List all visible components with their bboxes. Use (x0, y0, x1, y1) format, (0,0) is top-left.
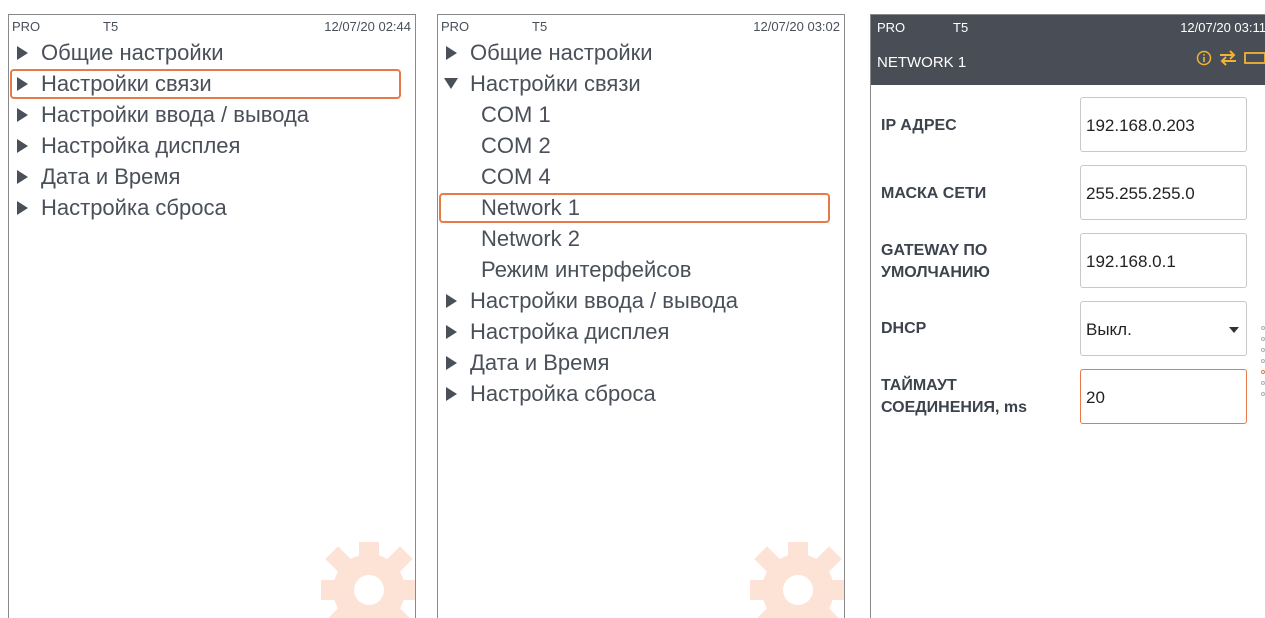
header-icons (1196, 50, 1265, 66)
menu-item-display[interactable]: Настройка дисплея (438, 316, 844, 347)
expand-arrow-icon (15, 161, 29, 192)
settings-menu-panel-1: PRO T5 12/07/20 02:44 Общие настройки На… (8, 14, 416, 618)
expand-arrow-icon (444, 316, 458, 347)
menu-item-label: COM 1 (481, 102, 551, 127)
ip-address-label: IP АДРЕС (881, 117, 957, 134)
page-dot (1261, 326, 1265, 330)
connection-timeout-label: ТАЙМАУТ СОЕДИНЕНИЯ, ms (881, 375, 1027, 419)
menu-item-datetime[interactable]: Дата и Время (438, 347, 844, 378)
menu-item-label: Настройки ввода / вывода (470, 288, 739, 313)
menu-item-label: Настройки связи (470, 71, 641, 96)
model-label: PRO (877, 20, 906, 35)
submenu-item-com1[interactable]: COM 1 (438, 99, 844, 130)
status-bar: PRO T5 12/07/20 02:44 (9, 15, 415, 37)
menu-item-label: Настройки связи (41, 71, 212, 96)
device-label: T5 (532, 19, 548, 34)
expand-arrow-icon (15, 99, 29, 130)
default-gateway-label: GATEWAY ПО УМОЛЧАНИЮ (881, 240, 990, 284)
menu-item-reset[interactable]: Настройка сброса (9, 192, 415, 223)
submenu-item-com4[interactable]: COM 4 (438, 161, 844, 192)
menu-item-label: Режим интерфейсов (481, 257, 692, 282)
page-indicator (1261, 326, 1265, 403)
subnet-mask-field[interactable]: 255.255.255.0 (1080, 165, 1247, 220)
menu-item-communication[interactable]: Настройки связи (9, 68, 415, 99)
expand-arrow-icon (444, 37, 458, 68)
menu-item-label: Общие настройки (41, 40, 224, 65)
screen-header: NETWORK 1 (871, 37, 1265, 85)
menu-item-label: Network 2 (481, 226, 581, 251)
menu-item-label: Общие настройки (470, 40, 653, 65)
subnet-mask-label: МАСКА СЕТИ (881, 185, 987, 202)
page-dot (1261, 359, 1265, 363)
menu-item-display[interactable]: Настройка дисплея (9, 130, 415, 161)
expand-arrow-icon (15, 192, 29, 223)
connection-timeout-field[interactable]: 20 (1080, 369, 1247, 424)
gear-watermark-icon (321, 542, 415, 618)
datetime-label: 12/07/20 03:11 (1180, 20, 1265, 35)
label-line: СОЕДИНЕНИЯ, ms (881, 399, 1027, 416)
page-dot (1261, 392, 1265, 396)
expand-arrow-icon (444, 347, 458, 378)
datetime-label: 12/07/20 03:02 (753, 19, 840, 34)
submenu-item-network1[interactable]: Network 1 (438, 192, 844, 223)
page-dot-active (1261, 370, 1265, 374)
model-label: PRO (441, 19, 470, 34)
menu-item-reset[interactable]: Настройка сброса (438, 378, 844, 409)
menu-item-label: COM 4 (481, 164, 551, 189)
submenu-item-com2[interactable]: COM 2 (438, 130, 844, 161)
battery-icon (1244, 52, 1265, 64)
device-label: T5 (953, 20, 969, 35)
settings-menu: Общие настройки Настройки связи COM 1 CO… (438, 37, 844, 409)
dhcp-select[interactable]: Выкл. (1080, 301, 1247, 356)
label-line: ТАЙМАУТ (881, 377, 957, 394)
menu-item-io[interactable]: Настройки ввода / вывода (9, 99, 415, 130)
network-settings-panel: PRO T5 12/07/20 03:11 NETWORK 1 IP АДРЕС… (870, 14, 1265, 618)
settings-menu-panel-2: PRO T5 12/07/20 03:02 Общие настройки На… (437, 14, 845, 618)
menu-item-label: Настройка дисплея (470, 319, 670, 344)
menu-item-label: COM 2 (481, 133, 551, 158)
menu-item-io[interactable]: Настройки ввода / вывода (438, 285, 844, 316)
menu-item-datetime[interactable]: Дата и Время (9, 161, 415, 192)
submenu-item-interface-mode[interactable]: Режим интерфейсов (438, 254, 844, 285)
collapse-arrow-icon (444, 68, 458, 99)
label-line: УМОЛЧАНИЮ (881, 264, 990, 281)
expand-arrow-icon (15, 68, 29, 99)
dropdown-arrow-icon (1229, 327, 1239, 333)
status-bar: PRO T5 12/07/20 03:11 (871, 15, 1265, 37)
datetime-label: 12/07/20 02:44 (324, 19, 411, 34)
info-icon[interactable] (1196, 50, 1212, 66)
status-bar: PRO T5 12/07/20 03:02 (438, 15, 844, 37)
menu-item-label: Настройки ввода / вывода (41, 102, 310, 127)
settings-menu: Общие настройки Настройки связи Настройк… (9, 37, 415, 223)
menu-item-general[interactable]: Общие настройки (9, 37, 415, 68)
page-dot (1261, 381, 1265, 385)
menu-item-label: Network 1 (481, 195, 581, 220)
expand-arrow-icon (15, 130, 29, 161)
gear-watermark-icon (750, 542, 844, 618)
expand-arrow-icon (444, 378, 458, 409)
submenu-item-network2[interactable]: Network 2 (438, 223, 844, 254)
label-line: GATEWAY ПО (881, 242, 988, 259)
menu-item-general[interactable]: Общие настройки (438, 37, 844, 68)
device-label: T5 (103, 19, 119, 34)
model-label: PRO (12, 19, 41, 34)
menu-item-label: Дата и Время (41, 164, 181, 189)
page-dot (1261, 337, 1265, 341)
menu-item-communication[interactable]: Настройки связи (438, 68, 844, 99)
expand-arrow-icon (444, 285, 458, 316)
screen-title: NETWORK 1 (877, 54, 967, 71)
dhcp-selected-value: Выкл. (1086, 320, 1132, 339)
menu-item-label: Дата и Время (470, 350, 610, 375)
transfer-arrows-icon[interactable] (1218, 50, 1238, 66)
menu-item-label: Настройка дисплея (41, 133, 241, 158)
menu-item-label: Настройка сброса (41, 195, 227, 220)
page-dot (1261, 348, 1265, 352)
menu-item-label: Настройка сброса (470, 381, 656, 406)
ip-address-field[interactable]: 192.168.0.203 (1080, 97, 1247, 152)
expand-arrow-icon (15, 37, 29, 68)
dhcp-label: DHCP (881, 320, 927, 337)
default-gateway-field[interactable]: 192.168.0.1 (1080, 233, 1247, 288)
